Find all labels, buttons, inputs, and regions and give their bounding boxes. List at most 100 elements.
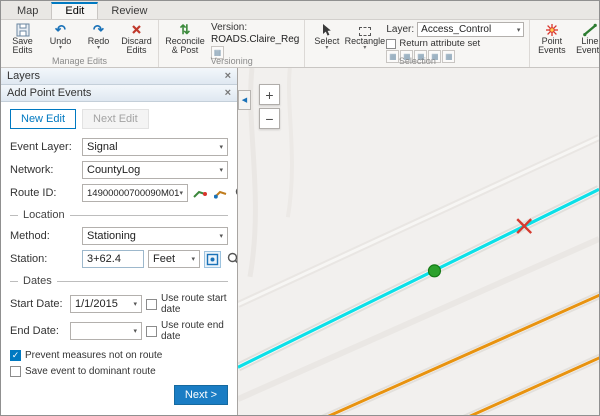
end-date-picker[interactable]: ▾ <box>70 322 142 340</box>
rectangle-button[interactable]: Rectangle ▾ <box>346 21 383 51</box>
undo-dropdown-icon[interactable]: ▾ <box>59 46 62 51</box>
zoom-in-button[interactable]: + <box>259 84 280 105</box>
group-selection: Select ▾ Rectangle ▾ Layer: Access_Contr… <box>305 20 530 67</box>
save-dominant-checkbox[interactable]: Save event to dominant route <box>10 366 228 377</box>
select-cursor-icon <box>321 22 332 37</box>
return-attribute-set-label: Return attribute set <box>399 38 480 49</box>
tab-map[interactable]: Map <box>4 3 51 19</box>
route-id-value: 14900000700090M01 <box>87 188 179 199</box>
event-layer-label: Event Layer: <box>10 141 78 153</box>
layer-combo[interactable]: Access_Control ▾ <box>417 22 524 37</box>
station-label: Station: <box>10 253 78 265</box>
use-route-start-label: Use route start date <box>161 293 228 315</box>
dates-section-divider: Dates <box>10 275 228 287</box>
layer-combo-dropdown-icon: ▾ <box>517 26 521 34</box>
save-dominant-box <box>10 366 21 377</box>
save-edits-button[interactable]: Save Edits <box>4 21 41 56</box>
discard-edits-button[interactable]: Discard Edits <box>118 21 155 56</box>
use-route-start-box <box>146 299 157 310</box>
redo-button[interactable]: ↷ Redo ▾ <box>80 21 117 51</box>
discard-edits-label: Discard Edits <box>118 37 155 56</box>
redo-dropdown-icon[interactable]: ▾ <box>97 46 100 51</box>
zoom-controls: + − <box>259 84 280 129</box>
reconcile-post-button[interactable]: ⇅ Reconcile & Post <box>162 21 208 56</box>
route-id-combo[interactable]: 14900000700090M01 ▾ <box>82 184 188 202</box>
tab-review[interactable]: Review <box>98 3 160 19</box>
manage-edits-group-label: Manage Edits <box>4 56 155 67</box>
add-point-events-header: Add Point Events × <box>1 85 237 102</box>
network-select[interactable]: CountyLog ▾ <box>82 161 228 179</box>
event-layer-value: Signal <box>87 141 118 153</box>
save-edits-label: Save Edits <box>4 37 41 56</box>
save-edits-icon <box>16 22 30 37</box>
versioning-group-label: Versioning <box>162 56 301 67</box>
layer-label: Layer: <box>386 24 414 35</box>
route-list-icon[interactable] <box>213 185 230 202</box>
layers-panel-title: Layers <box>7 70 40 82</box>
group-manage-edits: Save Edits ↶ Undo ▾ ↷ Redo ▾ Discard Edi… <box>1 20 159 67</box>
event-layer-select[interactable]: Signal ▾ <box>82 138 228 156</box>
use-route-end-label: Use route end date <box>161 320 228 342</box>
route-id-label: Route ID: <box>10 187 78 199</box>
line-events-button[interactable]: Line Events <box>571 21 600 56</box>
method-dropdown-icon: ▾ <box>219 232 223 240</box>
end-date-label: End Date: <box>10 325 66 337</box>
method-select[interactable]: Stationing ▾ <box>82 227 228 245</box>
return-attribute-set-checkbox[interactable]: Return attribute set <box>386 38 524 49</box>
end-date-dropdown-icon: ▾ <box>133 327 137 335</box>
zoom-to-route-icon[interactable] <box>234 185 237 202</box>
map-graphics <box>238 68 599 415</box>
start-date-picker[interactable]: 1/1/2015 ▾ <box>70 295 142 313</box>
dates-section-label: Dates <box>23 275 52 287</box>
select-dropdown-icon[interactable]: ▾ <box>325 46 328 51</box>
undo-icon: ↶ <box>55 22 66 37</box>
next-edit-button[interactable]: Next Edit <box>82 109 149 129</box>
new-event-point <box>428 265 440 277</box>
event-editor-window: Map Edit Review Save Edits ↶ Undo ▾ <box>0 0 600 416</box>
select-button[interactable]: Select ▾ <box>308 21 345 51</box>
station-units-dropdown-icon: ▾ <box>191 255 195 263</box>
tab-edit[interactable]: Edit <box>51 2 98 19</box>
point-events-icon <box>545 22 559 37</box>
pick-station-on-map-icon[interactable] <box>204 251 221 268</box>
rectangle-dropdown-icon[interactable]: ▾ <box>363 46 366 51</box>
reconcile-post-icon: ⇅ <box>180 22 191 37</box>
zoom-out-button[interactable]: − <box>259 108 280 129</box>
map-canvas[interactable]: ◀ + − <box>238 68 599 415</box>
network-dropdown-icon: ▾ <box>219 166 223 174</box>
ribbon-tabstrip: Map Edit Review <box>1 1 599 20</box>
use-route-start-checkbox[interactable]: Use route start date <box>146 293 228 315</box>
new-edit-button[interactable]: New Edit <box>10 109 76 129</box>
add-point-events-title: Add Point Events <box>7 87 91 99</box>
method-value: Stationing <box>87 230 136 242</box>
select-route-on-map-icon[interactable] <box>192 185 209 202</box>
save-dominant-label: Save event to dominant route <box>25 366 156 377</box>
point-events-label: Point Events <box>533 37 570 56</box>
station-units-select[interactable]: Feet ▾ <box>148 250 200 268</box>
use-route-end-checkbox[interactable]: Use route end date <box>146 320 228 342</box>
network-label: Network: <box>10 164 78 176</box>
add-point-events-close-icon[interactable]: × <box>225 87 231 99</box>
zoom-to-station-icon[interactable] <box>225 251 237 268</box>
prevent-measures-checkbox[interactable]: ✓ Prevent measures not on route <box>10 350 228 361</box>
use-route-end-box <box>146 326 157 337</box>
version-value[interactable]: ROADS.Claire_Reg <box>211 34 299 45</box>
start-date-value: 1/1/2015 <box>75 298 118 310</box>
layers-panel-header: Layers × <box>1 68 237 85</box>
version-label: Version: <box>211 22 299 33</box>
location-section-divider: Location <box>10 209 228 221</box>
layers-close-icon[interactable]: × <box>225 70 231 82</box>
group-versioning: ⇅ Reconcile & Post Version: ROADS.Claire… <box>159 20 305 67</box>
next-button[interactable]: Next > <box>174 385 228 405</box>
undo-button[interactable]: ↶ Undo ▾ <box>42 21 79 51</box>
point-events-button[interactable]: Point Events <box>533 21 570 56</box>
prevent-measures-box: ✓ <box>10 350 21 361</box>
station-input[interactable]: 3+62.4 <box>82 250 144 268</box>
selection-group-label: Selection <box>308 56 526 67</box>
line-events-icon <box>583 22 597 37</box>
collapse-panel-button[interactable]: ◀ <box>238 90 251 110</box>
network-value: CountyLog <box>87 164 140 176</box>
left-panel: Layers × Add Point Events × New Edit Nex… <box>1 68 238 415</box>
line-events-label: Line Events <box>571 37 600 56</box>
edit-events-group-label: Edit Events <box>533 56 600 67</box>
